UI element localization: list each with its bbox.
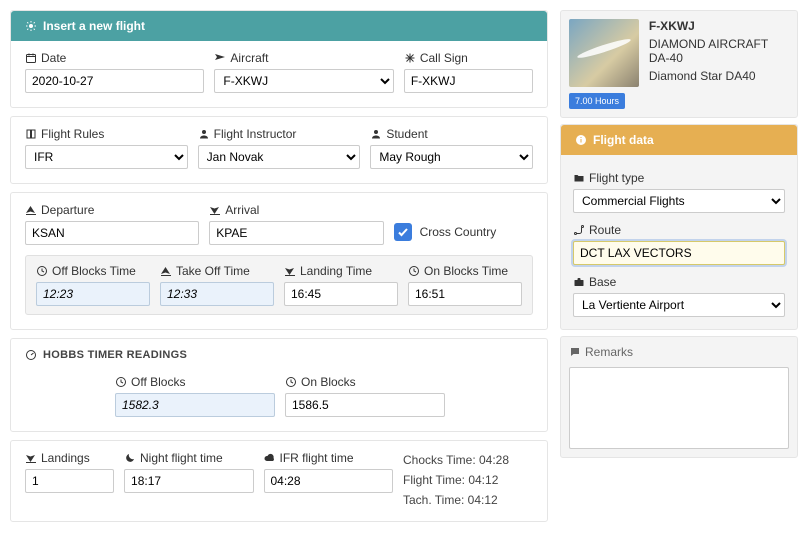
flight-instructor-label: Flight Instructor: [214, 127, 297, 141]
date-label: Date: [41, 51, 66, 65]
on-blocks-time-label: On Blocks Time: [424, 264, 508, 278]
insert-flight-card: Insert a new flight Date Aircraft: [10, 10, 548, 108]
aircraft-type-line1: DIAMOND AIRCRAFT DA-40: [649, 37, 789, 65]
hobbs-off-blocks-input[interactable]: [115, 393, 275, 417]
arrival-label: Arrival: [225, 203, 259, 217]
asterisk-icon: [404, 52, 416, 64]
user-icon: [198, 128, 210, 140]
flight-time-value: Flight Time: 04:12: [403, 473, 533, 487]
on-blocks-time-input[interactable]: [408, 282, 522, 306]
departure-label: Departure: [41, 203, 94, 217]
info-icon: [575, 134, 587, 146]
flight-data-title: Flight data: [593, 133, 654, 147]
cross-country-checkbox[interactable]: [394, 223, 412, 241]
clock-icon: [285, 376, 297, 388]
aircraft-select[interactable]: F-XKWJ: [214, 69, 393, 93]
route-icon: [573, 224, 585, 236]
on-blocks-label: On Blocks: [301, 375, 356, 389]
departure-input[interactable]: [25, 221, 199, 245]
sun-icon: [25, 20, 37, 32]
book-icon: [25, 128, 37, 140]
flight-data-card: Flight data Flight type Commercial Fligh…: [560, 124, 798, 330]
landing-time-input[interactable]: [284, 282, 398, 306]
date-input[interactable]: [25, 69, 204, 93]
remarks-label: Remarks: [585, 345, 633, 359]
ifr-time-input[interactable]: [264, 469, 393, 493]
clock-icon: [408, 265, 420, 277]
flight-rules-select[interactable]: IFR: [25, 145, 188, 169]
plane-icon: [214, 52, 226, 64]
folder-icon: [573, 172, 585, 184]
insert-flight-header: Insert a new flight: [11, 11, 547, 41]
aircraft-registration: F-XKWJ: [649, 19, 789, 33]
aircraft-panel: F-XKWJ DIAMOND AIRCRAFT DA-40 Diamond St…: [560, 10, 798, 118]
student-label: Student: [386, 127, 427, 141]
cloud-icon: [264, 452, 276, 464]
clock-icon: [36, 265, 48, 277]
aircraft-image: [569, 19, 639, 87]
insert-flight-title: Insert a new flight: [43, 19, 145, 33]
flight-data-header: Flight data: [561, 125, 797, 155]
plane-departure-icon: [25, 204, 37, 216]
computed-times: Chocks Time: 04:28 Flight Time: 04:12 Ta…: [403, 451, 533, 507]
plane-arrival-icon: [25, 452, 37, 464]
times-block: Off Blocks Time Take Off Time Landing Ti…: [25, 255, 533, 315]
remarks-textarea[interactable]: [569, 367, 789, 449]
flight-rules-label: Flight Rules: [41, 127, 104, 141]
off-blocks-time-input[interactable]: [36, 282, 150, 306]
landings-input[interactable]: [25, 469, 114, 493]
plane-arrival-icon: [284, 265, 296, 277]
moon-icon: [124, 452, 136, 464]
route-times-card: Departure Arrival Cross Country: [10, 192, 548, 330]
off-blocks-label: Off Blocks: [131, 375, 185, 389]
night-time-label: Night flight time: [140, 451, 223, 465]
flight-instructor-select[interactable]: Jan Novak: [198, 145, 361, 169]
landings-label: Landings: [41, 451, 90, 465]
off-blocks-time-label: Off Blocks Time: [52, 264, 136, 278]
call-sign-input[interactable]: [404, 69, 533, 93]
clock-icon: [115, 376, 127, 388]
hobbs-section-label: HOBBS TIMER READINGS: [43, 349, 187, 361]
hobbs-card: HOBBS TIMER READINGS Off Blocks On Block…: [10, 338, 548, 432]
gauge-icon: [25, 349, 37, 361]
take-off-time-input[interactable]: [160, 282, 274, 306]
user-icon: [370, 128, 382, 140]
route-input[interactable]: [573, 241, 785, 265]
route-label: Route: [589, 223, 621, 237]
briefcase-icon: [573, 276, 585, 288]
landing-time-label: Landing Time: [300, 264, 372, 278]
arrival-input[interactable]: [209, 221, 383, 245]
plane-arrival-icon: [209, 204, 221, 216]
aircraft-label: Aircraft: [230, 51, 268, 65]
rules-card: Flight Rules IFR Flight Instructor Jan N…: [10, 116, 548, 184]
hours-badge: 7.00 Hours: [569, 93, 625, 109]
remarks-panel: Remarks: [560, 336, 798, 458]
calendar-icon: [25, 52, 37, 64]
cross-country-label: Cross Country: [420, 225, 497, 239]
ifr-time-label: IFR flight time: [280, 451, 354, 465]
flight-type-select[interactable]: Commercial Flights: [573, 189, 785, 213]
flight-type-label: Flight type: [589, 171, 644, 185]
call-sign-label: Call Sign: [420, 51, 468, 65]
tach-time-value: Tach. Time: 04:12: [403, 493, 533, 507]
comment-icon: [569, 346, 581, 358]
summary-card: Landings Night flight time IFR flight ti…: [10, 440, 548, 522]
plane-departure-icon: [160, 265, 172, 277]
chocks-time-value: Chocks Time: 04:28: [403, 453, 533, 467]
base-select[interactable]: La Vertiente Airport: [573, 293, 785, 317]
take-off-time-label: Take Off Time: [176, 264, 250, 278]
night-time-input[interactable]: [124, 469, 253, 493]
aircraft-type-line2: Diamond Star DA40: [649, 69, 789, 83]
hobbs-on-blocks-input[interactable]: [285, 393, 445, 417]
student-select[interactable]: May Rough: [370, 145, 533, 169]
base-label: Base: [589, 275, 616, 289]
